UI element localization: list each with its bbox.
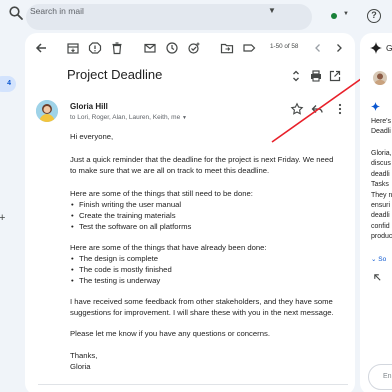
paragraph-line: Just a quick reminder that the deadline … <box>70 155 334 164</box>
summary-line: confid <box>371 222 390 230</box>
label-icon[interactable] <box>242 41 256 55</box>
add-label-icon[interactable]: + <box>0 212 5 224</box>
sender-name: Gloria Hill <box>70 102 108 111</box>
delete-icon[interactable] <box>110 41 124 55</box>
older-chevron-icon[interactable] <box>332 41 346 55</box>
side-panel-title: G <box>386 43 392 53</box>
recipients-line[interactable]: to Lori, Roger, Alan, Lauren, Keith, me … <box>70 114 187 121</box>
email-paragraph: Please let me know if you have any quest… <box>70 329 270 338</box>
list-item: Test the software on all platforms <box>71 221 350 232</box>
sources-chevron-icon: ⌄ <box>371 256 377 263</box>
search-options-dropdown-icon[interactable]: ▼ <box>268 6 276 15</box>
back-arrow-icon[interactable] <box>34 41 48 55</box>
summary-body: Gloria, discus deadli Tasks They n ensur… <box>371 149 392 243</box>
list-item: The design is complete <box>71 253 350 264</box>
inbox-count-badge[interactable]: 4 <box>0 76 16 92</box>
summary-line: They n <box>371 191 392 199</box>
summary-line: Gloria, <box>371 150 392 157</box>
add-to-tasks-icon[interactable] <box>187 41 201 55</box>
recipients-dropdown-icon[interactable]: ▼ <box>182 115 187 121</box>
prompt-placeholder: En <box>383 373 392 380</box>
todo-intro: Here are some of the things that still n… <box>70 189 253 198</box>
snooze-icon[interactable] <box>165 41 179 55</box>
paragraph-line: suggestions for improvement. I will shar… <box>70 308 334 317</box>
done-intro: Here are some of the things that have al… <box>70 243 267 252</box>
email-greeting: Hi everyone, <box>70 132 114 141</box>
newer-chevron-icon[interactable] <box>311 41 325 55</box>
search-input[interactable]: Search in mail <box>30 6 84 16</box>
todo-list: Finish writing the user manual Create th… <box>70 199 350 232</box>
list-item: The testing is underway <box>71 275 350 286</box>
mark-unread-icon[interactable] <box>143 41 157 55</box>
gemini-sparkle-icon <box>371 102 380 111</box>
email-paragraph: Just a quick reminder that the deadline … <box>70 154 350 176</box>
sources-label: So <box>378 256 387 263</box>
status-dropdown-icon[interactable]: ▼ <box>343 11 349 17</box>
summary-heading: Here's Deadli <box>371 117 391 138</box>
summary-line: deadli <box>371 212 390 220</box>
recipients-text: to Lori, Roger, Alan, Lauren, Keith, me <box>70 114 181 121</box>
signoff-line: Thanks, <box>70 351 98 360</box>
divider <box>38 384 348 385</box>
insert-arrow-icon[interactable] <box>373 273 382 282</box>
user-avatar[interactable] <box>373 71 387 85</box>
status-indicator[interactable] <box>331 13 337 19</box>
search-icon[interactable] <box>8 5 24 21</box>
sources-toggle[interactable]: ⌄ So <box>371 255 386 263</box>
summary-line: Here's <box>371 118 392 125</box>
list-item: Create the training materials <box>71 210 350 221</box>
email-paragraph: I have received some feedback from other… <box>70 296 350 318</box>
list-item: The code is mostly finished <box>71 264 350 275</box>
paragraph-line: I have received some feedback from other… <box>70 297 333 306</box>
sender-avatar[interactable] <box>36 100 58 122</box>
email-signoff: Thanks, Gloria <box>70 350 350 372</box>
summary-line: Deadli <box>371 128 391 136</box>
paragraph-line: to make sure that we are all on track to… <box>70 166 270 175</box>
report-spam-icon[interactable] <box>88 41 102 55</box>
summary-line: Tasks <box>371 181 389 189</box>
summary-line: produc <box>371 233 392 241</box>
summary-line: deadli <box>371 170 390 178</box>
summary-line: ensuri <box>371 202 391 210</box>
done-list: The design is complete The code is mostl… <box>70 253 350 286</box>
move-to-icon[interactable] <box>220 41 234 55</box>
help-icon[interactable]: ? <box>367 9 381 23</box>
email-subject: Project Deadline <box>67 67 163 82</box>
list-item: Finish writing the user manual <box>71 199 350 210</box>
summary-line: discus <box>371 160 391 168</box>
sparkle-icon <box>370 42 382 54</box>
pagination-text: 1-50 of 58 <box>270 43 299 50</box>
archive-icon[interactable] <box>66 41 80 55</box>
signature-line: Gloria <box>70 362 91 371</box>
